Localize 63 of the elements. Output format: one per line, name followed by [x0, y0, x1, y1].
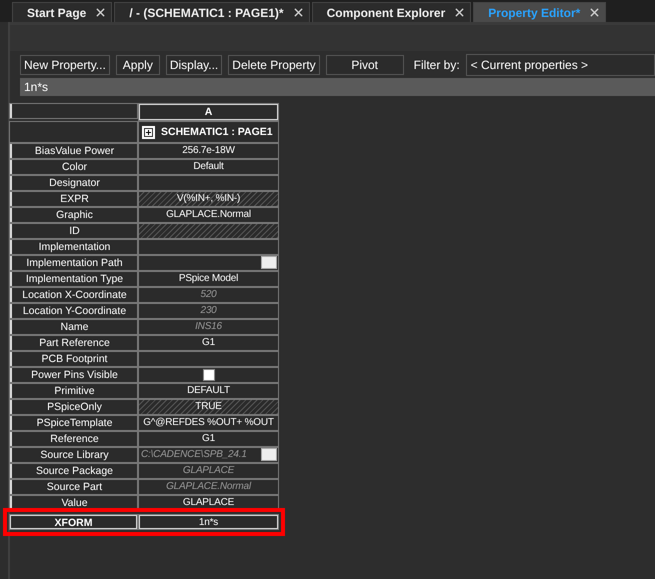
property-name[interactable]: Source Package — [10, 464, 137, 478]
edit-field[interactable]: 1n*s — [20, 78, 655, 96]
tab[interactable]: / - (SCHEMATIC1 : PAGE1)* — [114, 2, 310, 22]
expand-icon[interactable] — [142, 126, 155, 138]
property-value[interactable]: 520 — [139, 288, 278, 302]
property-name[interactable]: PSpiceOnly — [10, 400, 137, 414]
filter-dropdown[interactable]: < Current properties > — [466, 54, 655, 76]
close-icon[interactable] — [294, 8, 303, 17]
property-name[interactable]: Implementation — [10, 240, 137, 254]
property-name[interactable]: Source Part — [10, 480, 137, 494]
property-name[interactable]: Part Reference — [10, 336, 137, 350]
property-name[interactable]: Source Library — [10, 448, 137, 462]
property-name[interactable]: ID — [10, 224, 137, 238]
checkbox[interactable] — [202, 369, 214, 381]
close-icon[interactable] — [455, 8, 464, 17]
property-value[interactable]: PSpice Model — [139, 272, 278, 286]
property-name[interactable]: PCB Footprint — [10, 352, 137, 366]
property-value[interactable]: GLAPLACE — [139, 464, 278, 478]
toolbar-button[interactable]: Delete Property — [228, 55, 320, 75]
tab-label[interactable]: Start Page — [27, 6, 86, 20]
group-label: SCHEMATIC1 : PAGE1 — [161, 125, 273, 140]
property-value[interactable]: V(%IN+, %IN-) — [139, 192, 278, 206]
property-value[interactable]: GLAPLACE.Normal — [139, 480, 278, 494]
property-value[interactable]: G1 — [139, 432, 278, 446]
close-icon[interactable] — [590, 8, 600, 17]
property-name[interactable]: Implementation Path — [10, 256, 137, 270]
property-name[interactable]: BiasValue Power — [10, 144, 137, 158]
property-name[interactable]: Power Pins Visible — [10, 368, 137, 382]
toolbar-button[interactable]: Display... — [166, 55, 222, 75]
property-name[interactable]: Graphic — [10, 208, 137, 222]
tab[interactable]: Start Page — [12, 2, 112, 22]
property-name[interactable]: Location Y-Coordinate — [10, 304, 137, 318]
property-value[interactable]: 230 — [139, 304, 278, 318]
property-value[interactable]: G^@REFDES %OUT+ %OUT — [139, 416, 278, 430]
property-value[interactable]: G1 — [139, 336, 278, 350]
property-name[interactable]: Designator — [10, 176, 137, 190]
toolbar-button[interactable]: Apply — [116, 55, 160, 75]
property-value[interactable]: 256.7e-18W — [139, 144, 278, 158]
toolbar-button[interactable]: New Property... — [20, 55, 110, 75]
property-name[interactable]: Primitive — [10, 384, 137, 398]
property-name[interactable]: PSpiceTemplate — [10, 416, 137, 430]
property-name[interactable]: Name — [10, 320, 137, 334]
property-value[interactable]: TRUE — [139, 400, 278, 414]
property-name[interactable]: Location X-Coordinate — [10, 288, 137, 302]
toolbar-button[interactable]: Pivot — [326, 55, 404, 75]
property-value[interactable]: DEFAULT — [139, 384, 278, 398]
property-value[interactable]: INS16 — [139, 320, 278, 334]
tab[interactable]: Component Explorer — [312, 2, 472, 22]
tab-label[interactable]: Component Explorer — [326, 6, 446, 20]
property-value[interactable]: 1n*s — [139, 515, 278, 529]
property-value[interactable]: GLAPLACE.Normal — [139, 208, 278, 222]
tab-label[interactable]: / - (SCHEMATIC1 : PAGE1)* — [129, 6, 284, 20]
property-name[interactable]: XFORM — [10, 515, 137, 529]
property-name[interactable]: Value — [10, 496, 137, 510]
property-value[interactable]: GLAPLACE — [139, 496, 278, 510]
close-icon[interactable] — [96, 8, 106, 17]
property-name[interactable]: Implementation Type — [10, 272, 137, 286]
property-name[interactable]: Color — [10, 160, 137, 174]
column-header[interactable]: A — [139, 104, 278, 120]
filter-label: Filter by: — [414, 58, 460, 72]
property-value[interactable]: Default — [139, 160, 278, 174]
property-name[interactable]: EXPR — [10, 192, 137, 206]
property-name[interactable]: Reference — [10, 432, 137, 446]
